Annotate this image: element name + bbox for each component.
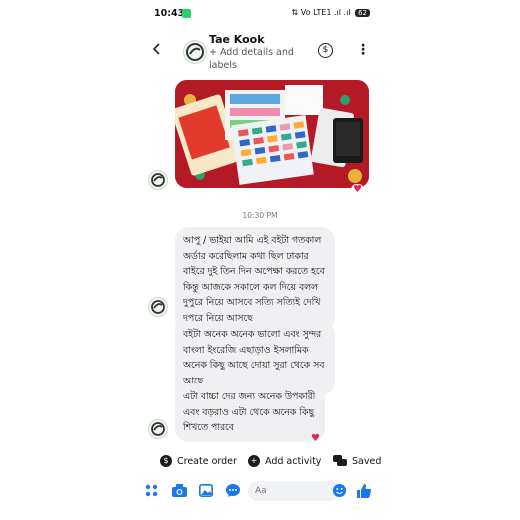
chat-bubble-icon[interactable] — [226, 484, 240, 501]
create-order-label: Create order — [177, 455, 237, 467]
chevron-left-icon — [152, 43, 160, 55]
emoji-icon[interactable] — [333, 484, 346, 501]
saved-replies-icon — [333, 455, 347, 466]
grid-icon[interactable] — [145, 484, 158, 501]
plus-circle-icon: + — [248, 455, 260, 467]
saved-button[interactable]: Saved — [333, 452, 381, 470]
camera-icon[interactable] — [172, 484, 187, 501]
thumbs-up-icon[interactable] — [357, 484, 371, 502]
battery-icon: 62 — [355, 9, 370, 17]
message-timestamp: 10:30 PM — [242, 211, 278, 220]
heart-reaction-icon[interactable]: ♥ — [311, 433, 320, 444]
message-input[interactable] — [248, 481, 340, 501]
avatar-logo-icon — [151, 173, 165, 187]
status-bar: 10:43 ⇅ Vo LTE1 .ıl .ıl 62 — [148, 4, 374, 24]
sender-avatar[interactable] — [148, 170, 168, 190]
shared-photo[interactable] — [175, 80, 369, 188]
system-icons: ⇅ Vo LTE1 .ıl .ıl 62 — [292, 8, 370, 17]
create-order-button[interactable]: $ Create order — [160, 452, 237, 470]
saved-label: Saved — [352, 455, 382, 467]
message-composer — [145, 480, 375, 504]
more-vertical-icon[interactable]: ⋮ — [356, 42, 370, 58]
contact-avatar[interactable] — [183, 40, 207, 64]
app-notification-icon — [182, 9, 191, 18]
message-bubble[interactable]: আপু / ভাইয়া আমি এই বইটা গতকাল অর্ডার কর… — [175, 227, 335, 332]
add-activity-label: Add activity — [265, 455, 322, 467]
avatar-logo-icon — [151, 300, 165, 314]
sender-avatar[interactable] — [148, 297, 168, 317]
dollar-circle-icon[interactable]: $ — [318, 43, 333, 58]
sender-avatar[interactable] — [148, 419, 168, 439]
heart-reaction-icon[interactable]: ♥ — [351, 184, 364, 195]
chat-screen: 10:43 ⇅ Vo LTE1 .ıl .ıl 62 Tae Kook + Ad… — [0, 0, 520, 520]
avatar-logo-icon — [186, 43, 204, 61]
add-details-link[interactable]: + Add details and labels — [209, 46, 319, 72]
contact-name[interactable]: Tae Kook — [209, 33, 265, 46]
back-button[interactable] — [152, 40, 162, 59]
image-icon[interactable] — [199, 484, 213, 501]
signal-icons: ⇅ Vo LTE1 .ıl .ıl — [291, 8, 351, 17]
books-photo — [175, 80, 369, 188]
message-bubble[interactable]: এটা বাচ্চা দের জন্য অনেক উপকারী এবং বড়র… — [175, 383, 325, 442]
dollar-circle-icon: $ — [160, 455, 172, 467]
avatar-logo-icon — [151, 422, 165, 436]
status-time: 10:43 — [154, 8, 185, 19]
add-activity-button[interactable]: + Add activity — [248, 452, 321, 470]
